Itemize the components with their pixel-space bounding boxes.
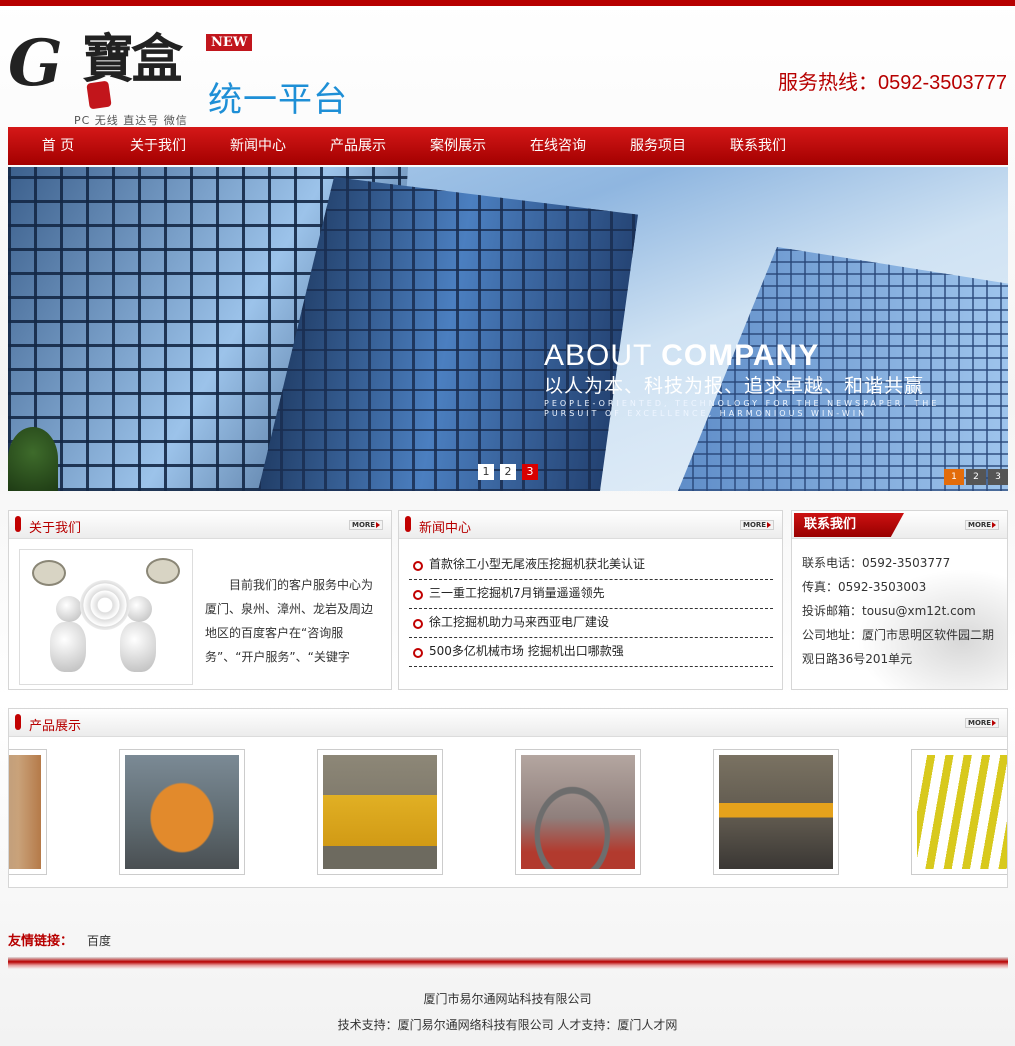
banner-page-2[interactable]: 2 xyxy=(500,464,516,480)
banner-slogan-en: PEOPLE-ORIENTED, TECHNOLOGY FOR THE NEWS… xyxy=(544,399,940,418)
friend-links-label: 友情链接： xyxy=(8,934,74,949)
banner-thumb-3[interactable]: 3 xyxy=(988,469,1008,485)
logo-subtitle: 统一平台 xyxy=(208,80,348,120)
banner-slogan: 以人为本、科技为报、追求卓越、和谐共赢 xyxy=(544,375,925,397)
product-card[interactable] xyxy=(317,749,443,875)
product-image xyxy=(9,755,41,869)
footer-divider xyxy=(8,957,1008,969)
service-hotline: 服务热线：0592-3503777 xyxy=(777,72,1007,94)
contact-address: 公司地址：厦门市思明区软件园二期观日路36号201单元 xyxy=(802,628,995,666)
product-image xyxy=(125,755,239,869)
about-more-button[interactable]: MORE xyxy=(349,520,383,530)
logo-tagline: PC 无线 直达号 微信 xyxy=(74,114,188,127)
banner-heading-light: ABOUT xyxy=(544,339,652,372)
contact-more-button[interactable]: MORE xyxy=(965,520,999,530)
section-marker-icon xyxy=(15,714,21,730)
figure-body-right xyxy=(120,622,156,672)
banner-thumb-1[interactable]: 1 xyxy=(944,469,964,485)
products-panel-header: 产品展示 MORE xyxy=(9,709,1007,737)
main-nav: 首 页 关于我们 新闻中心 产品展示 案例展示 在线咨询 服务项目 联系我们 xyxy=(8,127,1008,165)
banner-thumb-2[interactable]: 2 xyxy=(966,469,986,485)
footer-support: 技术支持：厦门易尔通网络科技有限公司 人才支持：厦门人才网 xyxy=(337,1018,678,1032)
contact-panel: 联系我们 MORE 联系电话：0592-3503777 传真：0592-3503… xyxy=(791,510,1008,690)
products-more-button[interactable]: MORE xyxy=(965,718,999,728)
nav-item-about[interactable]: 关于我们 xyxy=(108,127,208,165)
product-carousel xyxy=(9,749,1007,875)
figure-head-right xyxy=(126,596,152,622)
news-item[interactable]: 首款徐工小型无尾液压挖掘机获北美认证 xyxy=(409,551,773,580)
logo-letter-g: G xyxy=(8,26,63,101)
nav-item-cases[interactable]: 案例展示 xyxy=(408,127,508,165)
friend-links: 友情链接： 百度 xyxy=(8,930,111,949)
news-more-button[interactable]: MORE xyxy=(740,520,774,530)
product-image xyxy=(719,755,833,869)
about-panel-title: 关于我们 xyxy=(29,521,82,536)
contact-panel-header: 联系我们 MORE xyxy=(792,511,1007,539)
nav-item-home[interactable]: 首 页 xyxy=(8,127,108,165)
site-logo[interactable]: G 寶盒 NEW 统一平台 PC 无线 直达号 微信 xyxy=(8,30,358,128)
nav-item-consult[interactable]: 在线咨询 xyxy=(508,127,608,165)
contact-panel-title: 联系我们 xyxy=(804,517,857,532)
product-card[interactable] xyxy=(9,749,47,875)
friend-link-baidu[interactable]: 百度 xyxy=(87,934,111,948)
figure-body-left xyxy=(50,622,86,672)
about-image xyxy=(19,549,193,685)
products-panel: 产品展示 MORE xyxy=(8,708,1008,888)
contact-details: 联系电话：0592-3503777 传真：0592-3503003 投诉邮箱：t… xyxy=(802,551,1002,671)
news-panel: 新闻中心 MORE 首款徐工小型无尾液压挖掘机获北美认证 三一重工挖掘机7月销量… xyxy=(398,510,783,690)
banner-pager: 1 2 3 xyxy=(478,464,538,480)
product-image xyxy=(521,755,635,869)
nav-item-news[interactable]: 新闻中心 xyxy=(208,127,308,165)
site-footer: 厦门市易尔通网站科技有限公司 技术支持：厦门易尔通网络科技有限公司 人才支持：厦… xyxy=(0,986,1015,1038)
nav-item-services[interactable]: 服务项目 xyxy=(608,127,708,165)
footer-company: 厦门市易尔通网站科技有限公司 xyxy=(423,992,592,1006)
banner-page-1[interactable]: 1 xyxy=(478,464,494,480)
banner-thumb-pager: 1 2 3 xyxy=(944,469,1008,485)
contact-phone: 联系电话：0592-3503777 xyxy=(802,556,951,570)
top-accent-bar xyxy=(0,0,1015,6)
news-panel-title: 新闻中心 xyxy=(419,521,472,536)
contact-panel-tab: 联系我们 xyxy=(794,513,904,537)
banner-heading-bold: COMPANY xyxy=(661,339,820,372)
nav-item-contact[interactable]: 联系我们 xyxy=(708,127,808,165)
product-card[interactable] xyxy=(911,749,1007,875)
banner-tree xyxy=(8,427,58,491)
figure-head-left xyxy=(56,596,82,622)
contact-email: 投诉邮箱：tousu@xm12t.com xyxy=(802,604,976,618)
section-marker-icon xyxy=(405,516,411,532)
product-card[interactable] xyxy=(713,749,839,875)
news-item[interactable]: 三一重工挖掘机7月销量遥遥领先 xyxy=(409,580,773,609)
banner-heading: ABOUT COMPANY xyxy=(544,339,819,373)
nav-item-products[interactable]: 产品展示 xyxy=(308,127,408,165)
hero-banner[interactable]: ABOUT COMPANY 以人为本、科技为报、追求卓越、和谐共赢 PEOPLE… xyxy=(8,167,1008,491)
news-item[interactable]: 徐工挖掘机助力马来西亚电厂建设 xyxy=(409,609,773,638)
section-marker-icon xyxy=(15,516,21,532)
target-graphic xyxy=(80,580,130,630)
contact-fax: 传真：0592-3503003 xyxy=(802,580,927,594)
news-panel-header: 新闻中心 MORE xyxy=(399,511,782,539)
logo-chinese-mark: 寶盒 xyxy=(82,29,183,90)
product-image xyxy=(917,755,1007,869)
banner-page-3[interactable]: 3 xyxy=(522,464,538,480)
speech-bubble-right-icon xyxy=(146,558,180,584)
about-panel-header: 关于我们 MORE xyxy=(9,511,391,539)
products-panel-title: 产品展示 xyxy=(29,719,82,734)
about-panel: 关于我们 MORE 目前我们的客户服务中心为厦门、泉州、漳州、龙岩及周边地区的百… xyxy=(8,510,392,690)
product-card[interactable] xyxy=(515,749,641,875)
product-card[interactable] xyxy=(119,749,245,875)
product-image xyxy=(323,755,437,869)
about-summary: 目前我们的客户服务中心为厦门、泉州、漳州、龙岩及周边地区的百度客户在“咨询服务”… xyxy=(205,578,374,664)
logo-new-badge: NEW xyxy=(206,34,253,51)
news-item[interactable]: 500多亿机械市场 挖掘机出口哪款强 xyxy=(409,638,773,667)
speech-bubble-left-icon xyxy=(32,560,66,586)
news-list: 首款徐工小型无尾液压挖掘机获北美认证 三一重工挖掘机7月销量遥遥领先 徐工挖掘机… xyxy=(409,551,773,667)
